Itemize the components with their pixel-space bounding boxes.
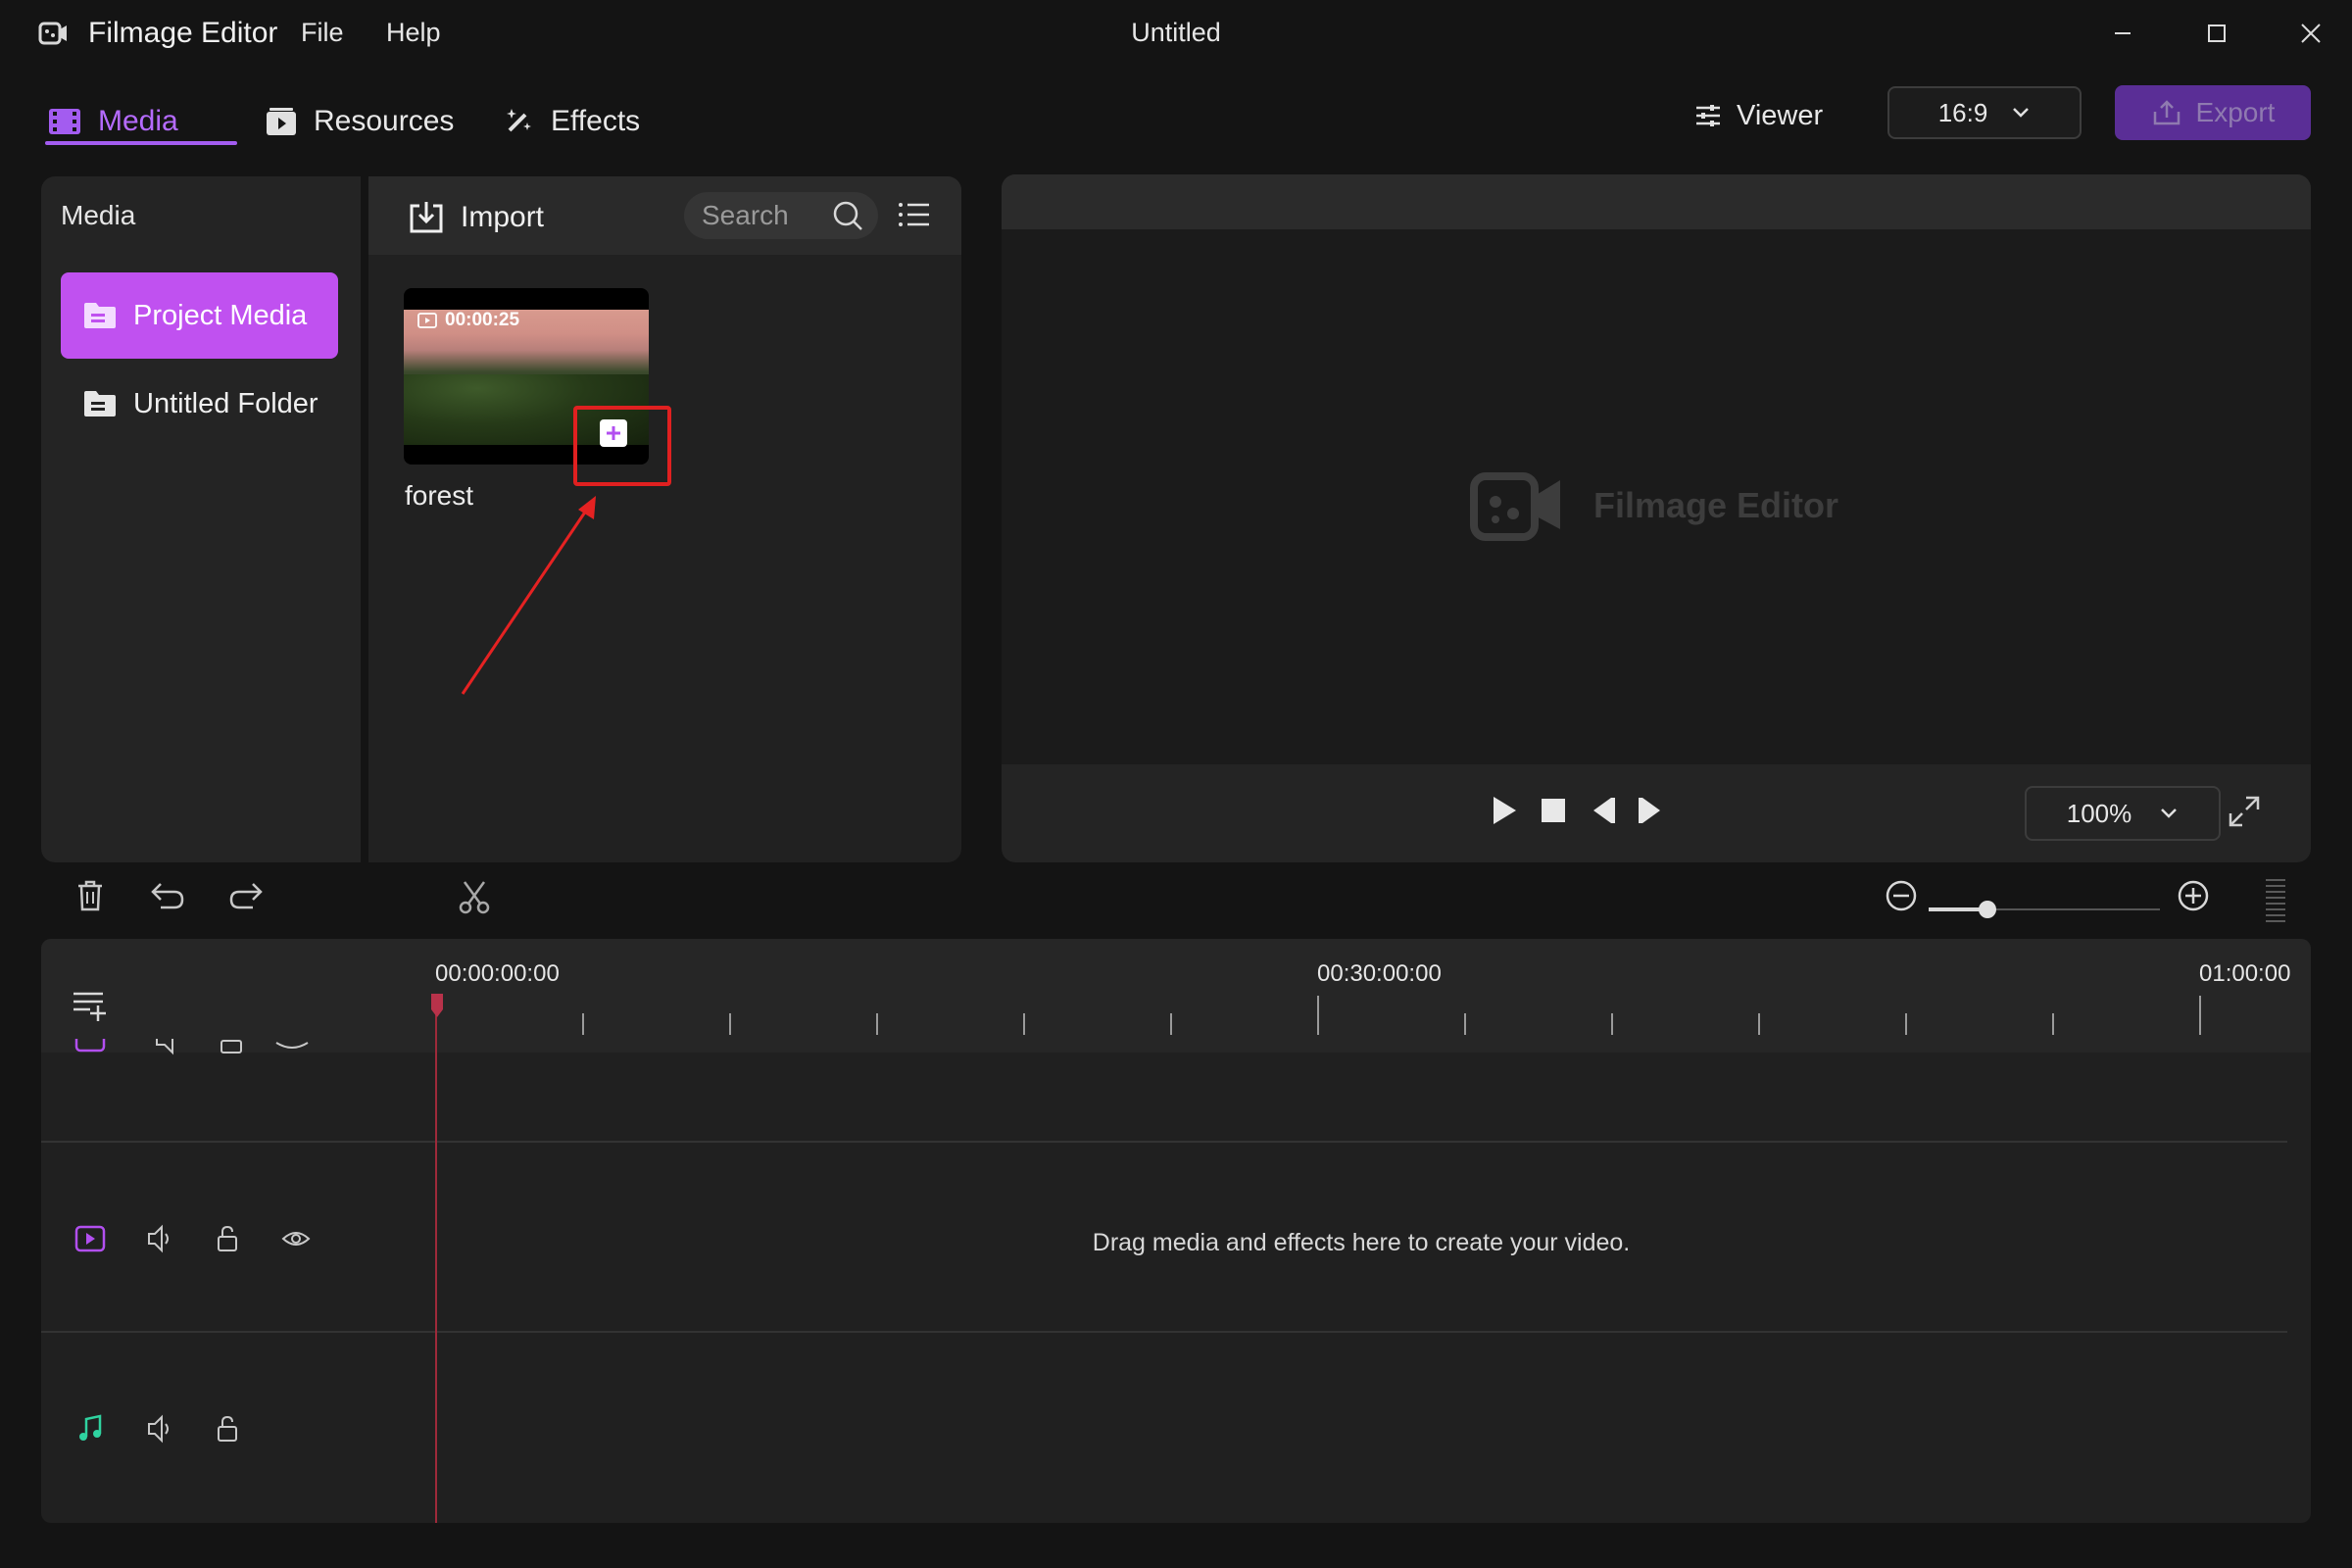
export-label: Export [2195,97,2276,127]
tab-resources[interactable]: Resources [265,98,454,145]
video-track-icon [74,1223,106,1254]
ruler-tick [1758,1013,1760,1035]
eye-icon[interactable] [280,1223,312,1254]
media-item-name: forest [405,480,474,511]
ruler-tick-major [1317,996,1319,1035]
close-button[interactable] [2291,14,2330,53]
folder-label: Untitled Folder [133,387,318,419]
playhead-handle[interactable] [429,994,445,1019]
panel-resize-handle-icon[interactable] [2262,876,2289,925]
tab-media-label: Media [98,105,178,137]
timeline-zoom-slider[interactable] [1927,897,2162,922]
music-note-icon [74,1413,106,1445]
chevron-down-icon [2013,108,2030,118]
undo-icon[interactable] [149,878,188,913]
ruler-tick [1905,1013,1907,1035]
timeline-ruler[interactable] [41,939,2311,1053]
add-track-icon[interactable] [71,988,110,1023]
folder-icon [84,303,116,328]
menu-file[interactable]: File [301,18,344,48]
speaker-icon[interactable] [145,1413,176,1445]
title-bar [0,0,2352,67]
tab-effects[interactable]: Effects [502,98,640,145]
maximize-button[interactable] [2197,14,2236,53]
tab-resources-label: Resources [314,105,455,137]
import-button[interactable]: Import [408,196,544,239]
ruler-label-start: 00:00:00:00 [435,960,560,987]
folder-project-media[interactable]: Project Media [61,272,338,359]
search-placeholder: Search [702,200,789,230]
ruler-tick [1464,1013,1466,1035]
zoom-value: 100% [2066,798,2132,828]
ruler-tick [2052,1013,2054,1035]
import-label: Import [461,201,545,233]
resources-icon [267,108,296,135]
timeline-empty-message: Drag media and effects here to create yo… [1092,1229,1631,1256]
speaker-icon[interactable] [145,1223,176,1254]
track-overlay-icons [74,1039,368,1058]
ruler-tick [876,1013,878,1035]
export-button[interactable]: Export [2115,85,2311,140]
track-audio[interactable] [41,1333,2287,1523]
active-tab-indicator [45,141,237,145]
ruler-tick [1023,1013,1025,1035]
app-name: Filmage Editor [88,17,278,49]
watermark-text: Filmage Editor [1593,485,1839,525]
play-icon[interactable] [1490,794,1519,827]
playback-controls [1490,794,1666,827]
aspect-ratio-value: 16:9 [1937,97,1988,127]
thumbnail-duration: 00:00:25 [417,308,519,333]
viewer-toggle-button[interactable]: Viewer [1693,94,1823,137]
fullscreen-icon[interactable] [2227,794,2262,829]
tab-effects-label: Effects [551,105,641,137]
search-input[interactable]: Search [684,192,878,239]
viewer-header [1002,174,2311,229]
duration-text: 00:00:25 [445,310,520,330]
folder-untitled-folder[interactable]: Untitled Folder [61,361,338,447]
ruler-tick [729,1013,731,1035]
folder-label: Project Media [133,299,308,331]
menu-help[interactable]: Help [386,18,441,48]
ruler-label-end: 01:00:00 [2199,960,2291,987]
lock-icon[interactable] [212,1413,243,1445]
viewer-watermark: Filmage Editor [1470,468,1838,543]
chevron-down-icon [2161,808,2178,818]
video-icon [417,313,437,328]
ruler-label-mid: 00:30:00:00 [1317,960,1442,987]
sliders-icon [1696,105,1720,126]
magic-wand-icon [507,109,531,132]
tab-media[interactable]: Media [47,98,178,145]
film-icon [49,109,80,134]
split-scissors-icon[interactable] [457,878,492,915]
app-logo-icon [37,18,69,49]
playhead-line [435,998,437,1523]
media-sidebar-title: Media [61,200,136,230]
list-view-icon[interactable] [898,200,931,229]
ruler-tick-major [2199,996,2201,1035]
ruler-tick [582,1013,584,1035]
import-icon [410,202,443,233]
ruler-tick [1170,1013,1172,1035]
aspect-ratio-select[interactable]: 16:9 [1887,86,2082,139]
zoom-in-icon[interactable] [2176,878,2211,913]
upload-icon [2153,100,2180,125]
annotation-arrow [451,490,608,706]
search-icon[interactable] [831,199,864,232]
minimize-button[interactable] [2103,14,2142,53]
track-overlay[interactable] [41,1053,2287,1143]
annotation-highlight-box [573,406,671,486]
redo-icon[interactable] [225,878,265,913]
lock-icon[interactable] [212,1223,243,1254]
folder-icon [84,391,116,416]
zoom-out-icon[interactable] [1884,878,1919,913]
ruler-tick [1611,1013,1613,1035]
viewer-label: Viewer [1737,99,1824,131]
app-logo-icon [1470,472,1560,541]
next-frame-icon[interactable] [1637,794,1666,827]
previous-frame-icon[interactable] [1588,794,1617,827]
preview-zoom-select[interactable]: 100% [2025,786,2221,841]
delete-icon[interactable] [73,878,108,913]
stop-icon[interactable] [1539,794,1568,827]
